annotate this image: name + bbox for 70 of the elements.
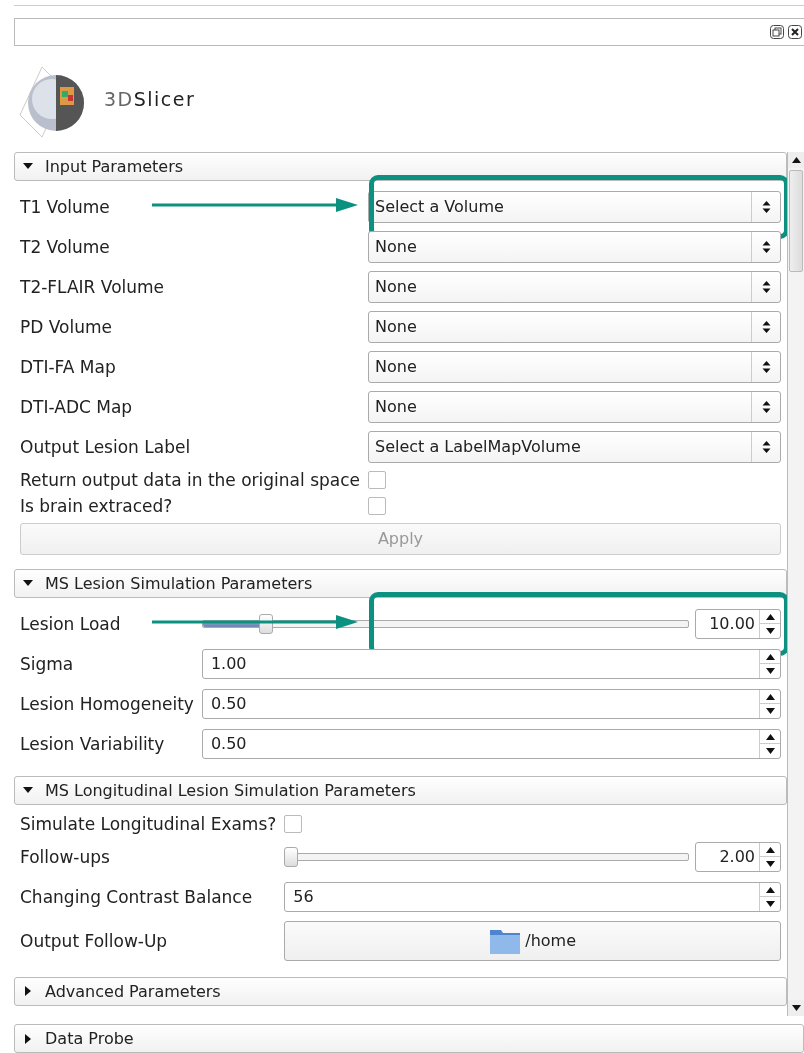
up-arrow-icon[interactable]	[765, 693, 775, 700]
up-down-arrows-icon	[761, 198, 771, 215]
up-arrow-icon[interactable]	[765, 886, 775, 893]
field-label: PD Volume	[20, 316, 112, 337]
section-title: MS Lesion Simulation Parameters	[45, 573, 313, 593]
field-label: Output Lesion Label	[20, 436, 191, 457]
field-label: Follow-ups	[20, 846, 110, 867]
spin-box[interactable]: 0.50	[201, 688, 781, 719]
spin-box[interactable]: 0.50	[201, 728, 781, 759]
section-header[interactable]: MS Longitudinal Lesion Simulation Parameters	[14, 775, 787, 805]
up-down-arrows-icon	[761, 358, 771, 375]
section-title: Advanced Parameters	[45, 981, 221, 1001]
checkbox-label: Simulate Longitudinal Exams?	[20, 812, 277, 836]
field-label: Lesion Variability	[20, 733, 165, 754]
combo-box[interactable]: Select a Volume	[368, 190, 781, 223]
up-arrow-icon[interactable]	[765, 846, 775, 853]
field-label: Output Follow-Up	[20, 930, 168, 951]
down-arrow-icon[interactable]	[791, 1005, 801, 1011]
field-label: Lesion Homogeneity	[20, 693, 194, 714]
combo-box[interactable]: None	[368, 310, 781, 343]
field-label: Sigma	[20, 653, 74, 674]
down-arrow-icon[interactable]	[765, 668, 775, 674]
spin-box[interactable]: 56	[284, 881, 781, 912]
up-down-arrows-icon	[761, 238, 771, 255]
field-label: T2-FLAIR Volume	[20, 276, 165, 297]
field-label: T1 Volume	[20, 196, 110, 217]
down-arrow-icon[interactable]	[765, 628, 775, 634]
spin-box[interactable]: 10.00	[695, 608, 781, 639]
combo-box[interactable]: Select a LabelMapVolume	[368, 430, 781, 463]
up-down-arrows-icon	[761, 318, 771, 335]
combo-box[interactable]: None	[368, 390, 781, 423]
up-arrow-icon[interactable]	[765, 653, 775, 660]
close-icon[interactable]	[788, 24, 802, 39]
checkbox[interactable]	[284, 814, 303, 833]
down-arrow-icon[interactable]	[765, 748, 775, 754]
scrollbar-thumb[interactable]	[789, 169, 803, 272]
slider-handle[interactable]	[284, 846, 299, 867]
spin-box[interactable]: 2.00	[695, 841, 781, 872]
up-arrow-icon[interactable]	[765, 733, 775, 740]
checkbox-label: Is brain extraced?	[20, 494, 173, 518]
down-arrow-icon[interactable]	[765, 708, 775, 714]
field-label: Lesion Load	[20, 613, 121, 634]
slider[interactable]	[201, 613, 689, 634]
checkbox-label: Return output data in the original space	[20, 468, 360, 492]
section-header[interactable]: Advanced Parameters	[14, 976, 787, 1006]
field-label: Changing Contrast Balance	[20, 886, 253, 907]
section-title: MS Longitudinal Lesion Simulation Parameters	[45, 780, 416, 800]
section-title: Data Probe	[45, 1029, 134, 1048]
up-down-arrows-icon	[761, 398, 771, 415]
down-arrow-icon[interactable]	[765, 901, 775, 907]
directory-button[interactable]: /home	[284, 920, 781, 961]
section-title: Input Parameters	[45, 156, 184, 176]
field-label: T2 Volume	[20, 236, 110, 257]
combo-box[interactable]: None	[368, 350, 781, 383]
down-arrow-icon[interactable]	[765, 861, 775, 867]
spin-box[interactable]: 1.00	[201, 648, 781, 679]
field-label: DTI-ADC Map	[20, 396, 133, 417]
field-label: DTI-FA Map	[20, 356, 116, 377]
section-header[interactable]: Data Probe	[14, 1024, 804, 1053]
up-arrow-icon[interactable]	[765, 613, 775, 620]
up-arrow-icon[interactable]	[791, 156, 801, 163]
logo-text: 3D Slicer	[104, 87, 196, 110]
combo-box[interactable]: None	[368, 270, 781, 303]
up-down-arrows-icon	[761, 438, 771, 455]
checkbox[interactable]	[368, 470, 386, 489]
checkbox[interactable]	[368, 496, 386, 515]
undock-icon[interactable]	[770, 24, 784, 39]
combo-box[interactable]: None	[368, 230, 781, 263]
up-down-arrows-icon	[761, 278, 771, 295]
slider[interactable]	[284, 846, 689, 867]
